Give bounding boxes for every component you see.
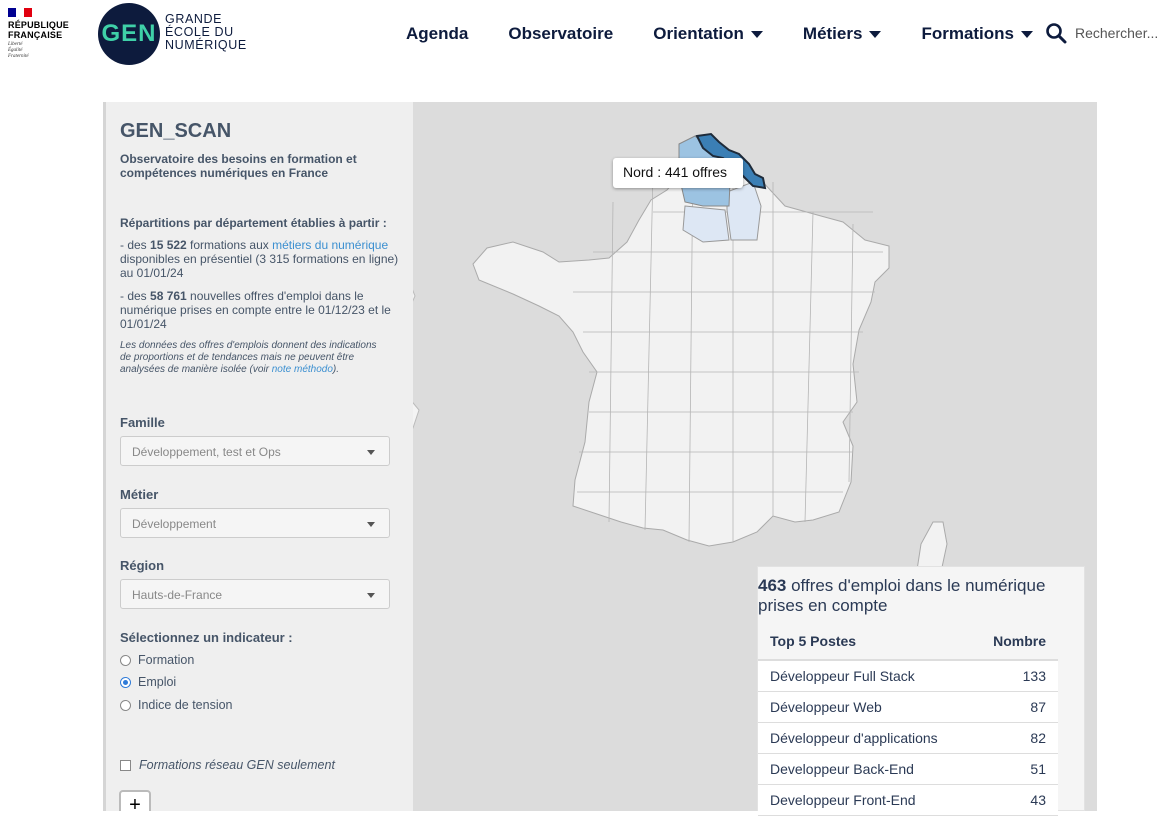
nav-metiers-label: Métiers: [802, 24, 863, 43]
zoom-in-button[interactable]: +: [119, 790, 151, 811]
filter-panel: GEN_SCAN Observatoire des besoins en for…: [103, 102, 413, 811]
stats-box: 463 offres d'emploi dans le numérique pr…: [757, 566, 1085, 816]
nav-observatoire[interactable]: Observatoire: [508, 24, 613, 44]
radio-button-selected[interactable]: [120, 676, 131, 688]
republique-francaise-logo[interactable]: RÉPUBLIQUE FRANÇAISE Liberté Égalité Fra…: [8, 8, 78, 60]
nombre-cell: 82: [972, 722, 1058, 754]
b1-pre: - des: [120, 238, 151, 252]
island-shape: [413, 402, 420, 429]
nombre-cell: 43: [972, 784, 1058, 816]
region-label: Région: [120, 558, 165, 573]
radio-button[interactable]: [120, 699, 131, 711]
main-nav: Agenda Observatoire Orientation Métiers …: [406, 24, 1073, 44]
panel-subtitle: Observatoire des besoins en formation et…: [120, 152, 357, 180]
island-shape: [413, 289, 416, 302]
table-row: Developpeur Front-End 43: [758, 784, 1058, 816]
radio-tension-label: Indice de tension: [138, 698, 233, 712]
gen-only-checkbox[interactable]: Formations réseau GEN seulement: [120, 758, 335, 772]
table-row: Developpeur Back-End 51: [758, 753, 1058, 785]
repartition-title: Répartitions par département établies à …: [120, 216, 387, 230]
famille-label: Famille: [120, 415, 165, 430]
col-nombre-header[interactable]: Nombre: [972, 627, 1058, 661]
indicator-label: Sélectionnez un indicateur :: [120, 630, 293, 645]
methodology-note: Les données des offres d'emplois donnent…: [120, 340, 385, 376]
famille-value: Développement, test et Ops: [132, 445, 281, 459]
gen-logo-text: GEN: [101, 20, 157, 47]
poste-cell: Developpeur Front-End: [758, 784, 973, 816]
mainland-outline: [472, 141, 890, 547]
stats-headline: 463 offres d'emploi dans le numérique pr…: [758, 576, 1078, 616]
gen-name-line3: NUMÉRIQUE: [165, 38, 247, 52]
nav-orientation[interactable]: Orientation: [653, 24, 763, 44]
radio-emploi-label: Emploi: [138, 675, 177, 689]
caret-down-icon: [367, 593, 375, 598]
nombre-cell: 51: [972, 753, 1058, 785]
rf-motto: Liberté Égalité Fraternité: [8, 42, 29, 59]
note-post: ).: [332, 364, 340, 375]
radio-formation[interactable]: Formation: [120, 653, 194, 667]
b2-pre: - des: [120, 289, 151, 303]
caret-down-icon: [750, 30, 763, 38]
radio-button[interactable]: [120, 654, 131, 666]
metier-label: Métier: [120, 487, 159, 502]
offres-count: 58 761: [150, 289, 187, 303]
offres-total: 463: [758, 576, 787, 595]
caret-down-icon: [1021, 30, 1033, 38]
formations-summary: - des 15 522 formations aux métiers du n…: [120, 238, 400, 280]
search-label: Rechercher...: [1075, 25, 1159, 41]
metiers-numerique-link[interactable]: métiers du numérique: [272, 238, 388, 252]
metier-select[interactable]: Développement: [120, 508, 390, 538]
nombre-cell: 87: [972, 691, 1058, 723]
region-value: Hauts-de-France: [132, 588, 223, 602]
panel-title: GEN_SCAN: [120, 120, 232, 142]
gen-logo[interactable]: GEN: [98, 3, 160, 65]
table-row: Développeur Full Stack 133: [758, 660, 1058, 692]
table-row: Développeur d'applications 82: [758, 722, 1058, 754]
nav-agenda[interactable]: Agenda: [406, 24, 468, 44]
metier-value: Développement: [132, 517, 217, 531]
caret-down-icon: [367, 522, 375, 527]
note-methodo-link[interactable]: note méthodo: [272, 364, 333, 375]
checkbox-box[interactable]: [120, 759, 131, 771]
radio-emploi[interactable]: Emploi: [120, 675, 176, 689]
rf-line1: RÉPUBLIQUE: [8, 20, 70, 30]
poste-cell: Développeur Full Stack: [758, 660, 973, 692]
gen-name[interactable]: GRANDE ÉCOLE DU NUMÉRIQUE: [165, 13, 247, 52]
department-pale[interactable]: [726, 181, 762, 241]
site-header: RÉPUBLIQUE FRANÇAISE Liberté Égalité Fra…: [0, 0, 1167, 70]
rf-line2: FRANÇAISE: [8, 30, 63, 40]
map-tooltip: Nord : 441 offres: [613, 158, 743, 188]
nav-orientation-label: Orientation: [653, 24, 744, 43]
poste-cell: Développeur Web: [758, 691, 973, 723]
b1-mid: formations aux: [186, 238, 273, 252]
poste-cell: Developpeur Back-End: [758, 753, 973, 785]
nav-formations[interactable]: Formations: [921, 24, 1033, 44]
nav-formations-label: Formations: [921, 24, 1014, 43]
gen-only-label: Formations réseau GEN seulement: [139, 758, 335, 772]
poste-cell: Développeur d'applications: [758, 722, 973, 754]
nav-agenda-label: Agenda: [406, 24, 469, 43]
table-row: Développeur Web 87: [758, 691, 1058, 723]
offres-summary: - des 58 761 nouvelles offres d'emploi d…: [120, 289, 400, 331]
nombre-cell: 133: [972, 660, 1058, 692]
search-box[interactable]: Rechercher...: [1045, 22, 1158, 44]
famille-select[interactable]: Développement, test et Ops: [120, 436, 390, 466]
col-poste-header[interactable]: Top 5 Postes: [758, 627, 973, 661]
top-postes-table: Top 5 Postes Nombre Développeur Full Sta…: [758, 627, 1058, 816]
nav-observatoire-label: Observatoire: [508, 24, 614, 43]
caret-down-icon: [869, 30, 882, 38]
radio-indice-tension[interactable]: Indice de tension: [120, 698, 233, 712]
region-select[interactable]: Hauts-de-France: [120, 579, 390, 609]
table-header-row: Top 5 Postes Nombre: [758, 627, 1058, 661]
b1-post: disponibles en présentiel (3 315 formati…: [120, 252, 399, 280]
nav-metiers[interactable]: Métiers: [803, 24, 882, 44]
search-icon: [1046, 23, 1067, 44]
radio-formation-label: Formation: [138, 653, 195, 667]
stats-headline-text: offres d'emploi dans le numérique prises…: [758, 576, 1046, 615]
caret-down-icon: [367, 450, 375, 455]
french-flag-icon: [8, 8, 32, 17]
formations-count: 15 522: [150, 238, 187, 252]
